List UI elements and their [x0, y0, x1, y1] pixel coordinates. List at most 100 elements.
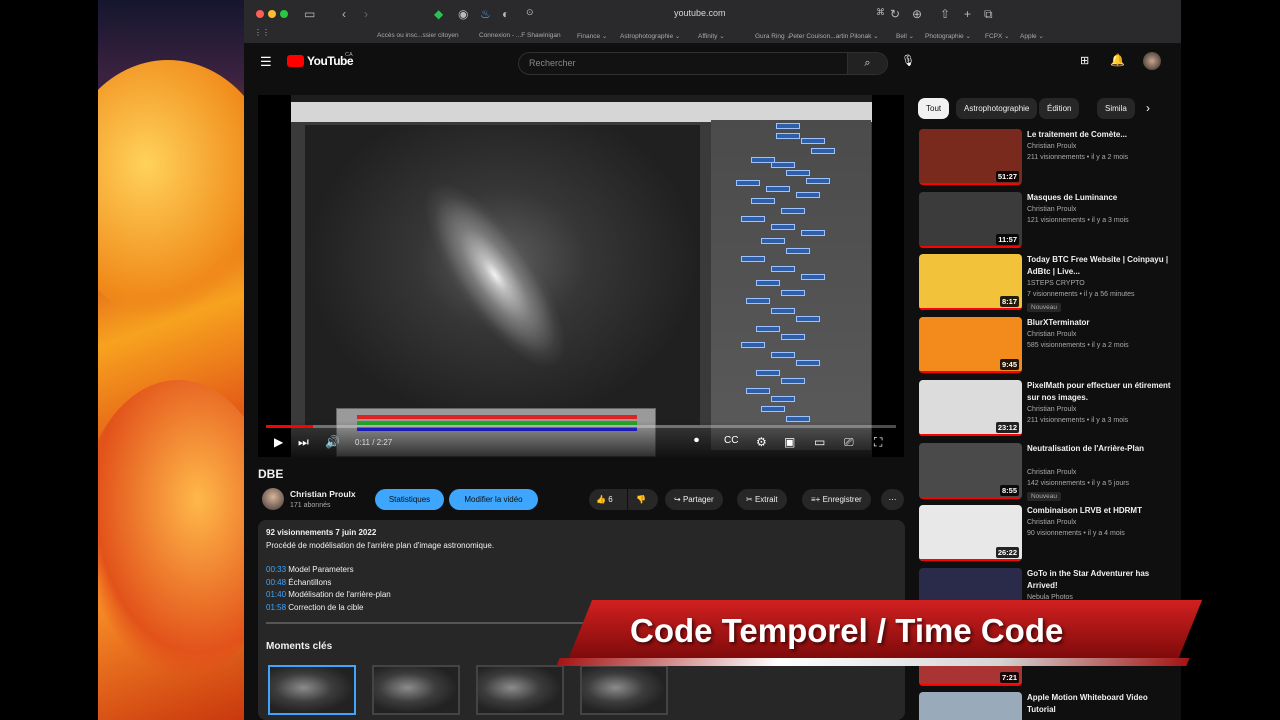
video-title[interactable]: Masques de Luminance	[1027, 192, 1175, 204]
video-title[interactable]: Neutralisation de l'Arrière-Plan	[1027, 443, 1175, 455]
key-moment-thumbnail[interactable]	[476, 665, 564, 715]
shield-icon[interactable]: ◐	[502, 7, 509, 21]
new-tab-icon[interactable]: +	[964, 7, 971, 21]
reload-icon[interactable]: ↻	[890, 7, 900, 21]
key-moment-thumbnail[interactable]	[580, 665, 668, 715]
bookmark-item[interactable]: Astrophotographie ⌄	[620, 32, 680, 40]
account-avatar[interactable]	[1143, 52, 1161, 70]
channel-name[interactable]: 1STEPS CRYPTO	[1027, 280, 1085, 287]
bookmark-item[interactable]: Gura Ring ⌄	[755, 32, 792, 40]
chapter-timestamp[interactable]: 01:58	[266, 603, 286, 612]
bookmark-item[interactable]: Photographie ⌄	[925, 32, 971, 40]
video-thumbnail[interactable]	[919, 692, 1022, 720]
channel-name[interactable]: Christian Proulx	[1027, 143, 1076, 150]
subtitles-icon[interactable]: CC	[724, 435, 738, 446]
bookmark-item[interactable]: Apple ⌄	[1020, 32, 1044, 40]
zoom-window-button[interactable]	[280, 10, 288, 18]
like-button[interactable]: 👍 6	[589, 489, 627, 510]
recommended-video[interactable]: 11:57 Masques de Luminance Christian Proul…	[919, 192, 1179, 250]
recommended-video[interactable]: 51:27 Le traitement de Comète... Christian…	[919, 129, 1179, 187]
play-icon[interactable]: ▶	[274, 435, 283, 449]
back-icon[interactable]: ‹	[342, 7, 346, 21]
chip-filter[interactable]: Simila	[1097, 98, 1135, 119]
chapter-timestamp[interactable]: 00:48	[266, 578, 286, 587]
bookmark-item[interactable]: Peter Coulson...artin Pilonak ⌄	[789, 32, 879, 40]
grid-icon[interactable]: ⋮⋮	[254, 28, 270, 37]
recommended-video[interactable]: 9:45 BlurXTerminator Christian Proulx 585 v…	[919, 317, 1179, 375]
video-thumbnail[interactable]: 9:45	[919, 317, 1022, 373]
cast-icon[interactable]: ⎚	[844, 435, 854, 450]
recommended-video[interactable]: 26:22 Combinaison LRVB et HDRMT Christian …	[919, 505, 1179, 563]
settings-icon[interactable]: ⚙	[756, 435, 767, 449]
translate-icon[interactable]: ⌘	[876, 7, 885, 18]
search-input[interactable]: Rechercher	[529, 58, 576, 68]
statistics-button[interactable]: Statistiques	[375, 489, 444, 510]
video-title[interactable]: Le traitement de Comète...	[1027, 129, 1175, 141]
bookmark-item[interactable]: Bell ⌄	[896, 32, 914, 40]
bookmark-item[interactable]: Finance ⌄	[577, 32, 607, 40]
video-title[interactable]: Apple Motion Whiteboard Video Tutorial	[1027, 692, 1175, 716]
video-thumbnail[interactable]: 8:17	[919, 254, 1022, 310]
download-icon[interactable]: ⊕	[912, 7, 922, 21]
menu-icon[interactable]: ☰	[260, 54, 272, 70]
channel-name[interactable]: Christian Proulx	[1027, 331, 1076, 338]
search-icon[interactable]: ⌕	[847, 53, 887, 74]
channel-avatar[interactable]	[262, 488, 284, 510]
recommended-video[interactable]: Apple Motion Whiteboard Video Tutorial	[919, 692, 1179, 720]
save-button[interactable]: ≡+ Enregistrer	[802, 489, 871, 510]
channel-name[interactable]: Christian Proulx	[1027, 519, 1076, 526]
video-title[interactable]: PixelMath pour effectuer un étirement su…	[1027, 380, 1175, 404]
key-moment-thumbnail[interactable]	[372, 665, 460, 715]
share-icon[interactable]: ⇧	[940, 7, 950, 21]
channel-name[interactable]: Christian Proulx	[1027, 406, 1076, 413]
autoplay-toggle[interactable]: ⏺	[694, 435, 699, 446]
youtube-logo-icon[interactable]	[287, 55, 304, 67]
fullscreen-icon[interactable]: ⛶	[874, 435, 882, 450]
video-title[interactable]: GoTo in the Star Adventurer has Arrived!	[1027, 568, 1175, 592]
chapter-timestamp[interactable]: 00:33	[266, 565, 286, 574]
bookmark-item[interactable]: Affinity ⌄	[698, 32, 725, 40]
progress-bar[interactable]	[266, 425, 896, 428]
microphone-icon[interactable]: 🎙	[901, 54, 915, 67]
minimize-window-button[interactable]	[268, 10, 276, 18]
extension-icon[interactable]: ◉	[458, 7, 468, 21]
chapter-timestamp[interactable]: 01:40	[266, 590, 286, 599]
forward-icon[interactable]: ›	[364, 7, 368, 21]
video-thumbnail[interactable]: 11:57	[919, 192, 1022, 248]
search-box[interactable]: Rechercher ⌕	[518, 52, 888, 75]
volume-icon[interactable]: 🔊	[325, 435, 340, 449]
video-thumbnail[interactable]: 51:27	[919, 129, 1022, 185]
miniplayer-icon[interactable]: ▣	[784, 435, 795, 449]
video-thumbnail[interactable]: 26:22	[919, 505, 1022, 561]
more-actions-button[interactable]: ⋯	[881, 489, 904, 510]
channel-name[interactable]: Christian Proulx	[1027, 206, 1076, 213]
bell-icon[interactable]: 🔔	[1110, 53, 1125, 67]
recommended-video[interactable]: 8:17 Today BTC Free Website | Coinpayu | …	[919, 254, 1179, 312]
extension-icon[interactable]: ◆	[434, 7, 443, 21]
video-title[interactable]: Combinaison LRVB et HDRMT	[1027, 505, 1175, 517]
dislike-button[interactable]: 👎	[628, 489, 658, 510]
channel-name[interactable]: Christian Proulx	[290, 489, 356, 499]
bookmark-item[interactable]: Accès ou insc...ssier citoyen	[377, 32, 459, 39]
extension-icon[interactable]: ♨	[480, 7, 491, 21]
key-moment-thumbnail[interactable]	[268, 665, 356, 715]
page-icon[interactable]: ⊙	[526, 7, 534, 18]
close-window-button[interactable]	[256, 10, 264, 18]
next-icon[interactable]: ⏭	[298, 435, 309, 450]
clip-button[interactable]: ✂ Extrait	[737, 489, 787, 510]
recommended-video[interactable]: 23:12 PixelMath pour effectuer un étireme…	[919, 380, 1179, 438]
recommended-video[interactable]: 8:55 Neutralisation de l'Arrière-Plan Chri…	[919, 443, 1179, 501]
chip-all[interactable]: Tout	[918, 98, 950, 119]
video-title[interactable]: BlurXTerminator	[1027, 317, 1175, 329]
chip-filter[interactable]: Édition	[1039, 98, 1080, 119]
bookmark-item[interactable]: Connexion - ...F Shawinigan	[479, 32, 561, 39]
video-thumbnail[interactable]: 23:12	[919, 380, 1022, 436]
share-button[interactable]: ↪ Partager	[665, 489, 723, 510]
edit-video-button[interactable]: Modifier la vidéo	[449, 489, 538, 510]
channel-name[interactable]: Christian Proulx	[1027, 469, 1076, 476]
tabs-overview-icon[interactable]: ⧉	[984, 7, 993, 22]
video-player[interactable]: ▶ ⏭ 🔊 0:11 / 2:27 ⏺ CC ⚙ ▣ ▭ ⎚ ⛶	[258, 95, 904, 457]
bookmark-item[interactable]: FCPX ⌄	[985, 32, 1010, 40]
video-thumbnail[interactable]: 8:55	[919, 443, 1022, 499]
theater-mode-icon[interactable]: ▭	[814, 435, 825, 449]
